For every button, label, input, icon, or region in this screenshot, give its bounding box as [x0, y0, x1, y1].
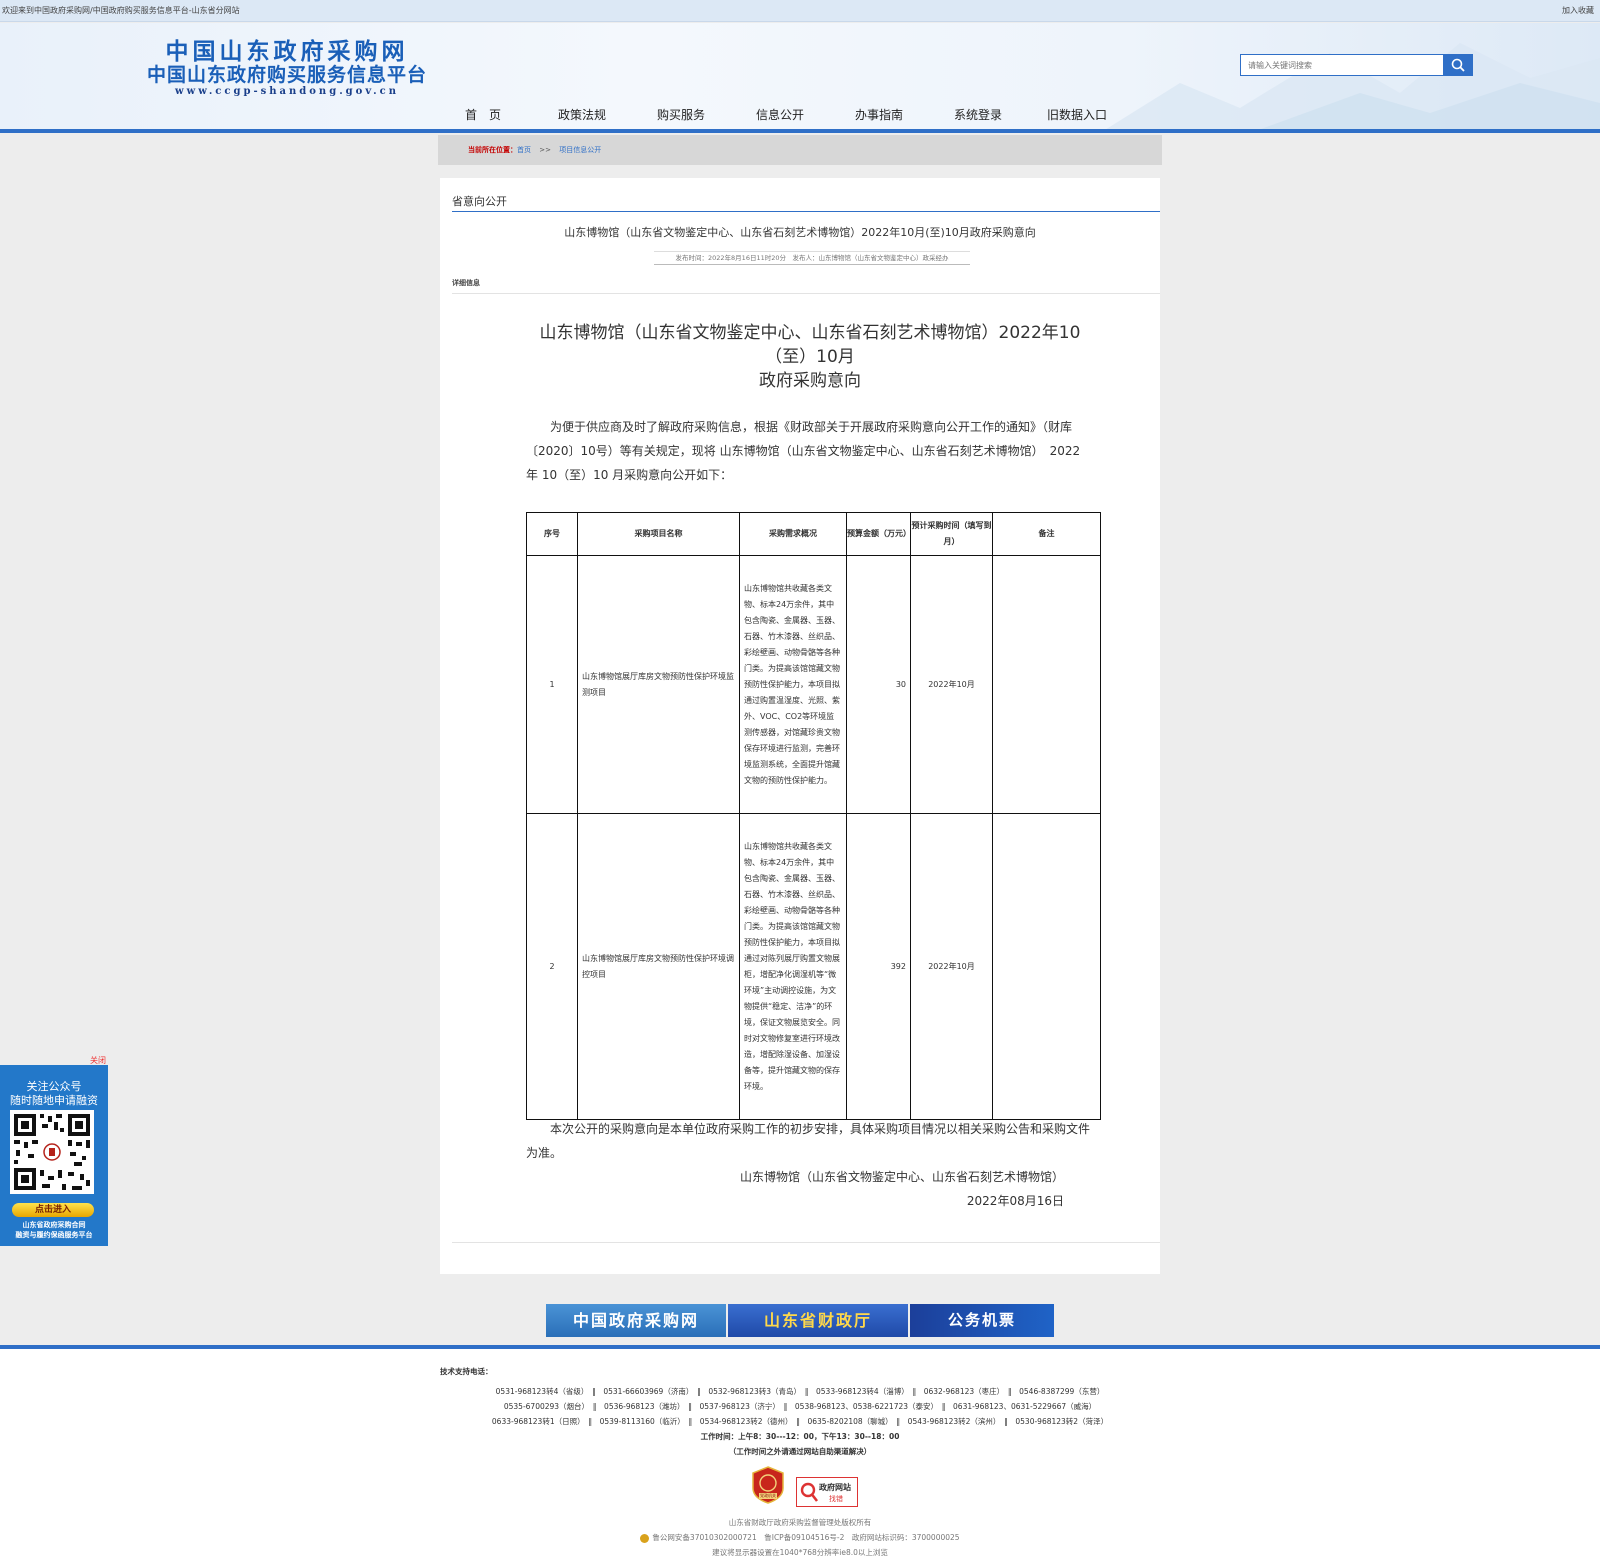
nav-guide[interactable]: 办事指南	[834, 106, 924, 123]
enter-button[interactable]: 点击进入	[12, 1203, 94, 1217]
side-foot2: 融资与履约保函服务平台	[15, 1231, 93, 1239]
browser-note: 建议将显示器设置在1040*768分辨率ie8.0以上浏览	[712, 1548, 888, 1557]
banner-finance-dept[interactable]: 山东省财政厅	[728, 1304, 908, 1337]
row-budget: 30	[846, 555, 911, 814]
banner-air-ticket[interactable]: 公务机票	[910, 1304, 1054, 1337]
breadcrumb-home[interactable]: 首页	[517, 146, 531, 154]
search-button[interactable]	[1443, 54, 1473, 76]
row-budget: 392	[846, 813, 911, 1120]
breadcrumb-label: 当前所在位置：	[468, 146, 517, 154]
header-time: 预计采购时间（填写到月）	[910, 512, 993, 556]
signature-org: 山东博物馆（山东省文物鉴定中心、山东省石刻艺术博物馆）	[739, 1170, 1064, 1184]
signature-date: 2022年08月16日	[966, 1194, 1064, 1208]
search-box	[1240, 54, 1473, 76]
nav-info[interactable]: 信息公开	[735, 106, 825, 123]
mountain-decoration	[1100, 43, 1600, 133]
nav-policy[interactable]: 政策法规	[537, 106, 627, 123]
bottom-divider	[452, 1242, 1160, 1243]
police-badge-icon	[640, 1533, 650, 1543]
row-time: 2022年10月	[910, 555, 993, 814]
tech-support-label: 技术支持电话：	[440, 1367, 493, 1376]
document-title-line3: 政府采购意向	[759, 371, 861, 391]
search-icon	[1451, 58, 1465, 72]
working-hours-note: （工作时间之外请通过网站自助渠道解决）	[728, 1447, 872, 1456]
breadcrumb-sep: >>	[539, 146, 551, 154]
breadcrumb-current[interactable]: 项目信息公开	[559, 146, 601, 154]
search-input[interactable]	[1241, 55, 1441, 75]
logo-line1: 中国山东政府采购网	[165, 38, 409, 65]
icp-text[interactable]: 鲁公网安备37010302000721 鲁ICP备09104516号-2 政府网…	[652, 1533, 959, 1542]
copyright: 山东省财政厅政府采购监督管理处版权所有	[728, 1518, 872, 1527]
header-desc: 采购需求概况	[739, 512, 847, 556]
main-nav: 首 页 政策法规 购买服务 信息公开 办事指南 系统登录 旧数据入口	[438, 106, 1118, 126]
row-name: 山东博物馆展厅库房文物预防性保护环境监测项目	[577, 555, 740, 814]
table-row: 1 山东博物馆展厅库房文物预防性保护环境监测项目 山东博物馆共收藏各类文物、标本…	[526, 555, 1101, 814]
row-time: 2022年10月	[910, 813, 993, 1120]
party-gov-badge[interactable]: 党政机关	[752, 1466, 784, 1504]
add-favorite-link[interactable]: 加入收藏	[1562, 0, 1594, 22]
phone-line-3: 0633-968123转1（日照） ‖ 0539-8113160（临沂） ‖ 0…	[491, 1417, 1109, 1426]
section-divider	[452, 211, 1160, 212]
nav-home[interactable]: 首 页	[438, 106, 528, 123]
row-note	[992, 555, 1101, 814]
logo-line2: 中国山东政府购买服务信息平台	[146, 64, 427, 86]
header-note: 备注	[992, 512, 1101, 556]
breadcrumb: 当前所在位置：首页 >> 项目信息公开	[438, 135, 1162, 165]
table-header-row: 序号 采购项目名称 采购需求概况 预算金额（万元） 预计采购时间（填写到月） 备…	[526, 512, 1101, 556]
nav-login[interactable]: 系统登录	[933, 106, 1023, 123]
section-title: 省意向公开	[452, 195, 507, 208]
content-panel: 省意向公开 山东博物馆（山东省文物鉴定中心、山东省石刻艺术博物馆）2022年10…	[440, 178, 1160, 1274]
magnifier-icon	[800, 1482, 819, 1502]
banner-ccgp[interactable]: 中国政府采购网	[546, 1304, 726, 1337]
detail-label: 详细信息	[452, 279, 480, 287]
header-budget: 预算金额（万元）	[846, 512, 911, 556]
detail-divider	[452, 293, 1160, 294]
document-title: 山东博物馆（山东省文物鉴定中心、山东省石刻艺术博物馆）2022年10 （至）10…	[524, 321, 1096, 393]
phone-line-1: 0531-968123转4（省级） ‖ 0531-66603969（济南） ‖ …	[495, 1387, 1105, 1396]
qr-side-box: 关注公众号 随时随地申请融资 点击进入 山东省政府采购合同 融资与履约保函服务平…	[0, 1065, 108, 1246]
icp-record: 鲁公网安备37010302000721 鲁ICP备09104516号-2 政府网…	[0, 1530, 1600, 1545]
article-title: 山东博物馆（山东省文物鉴定中心、山东省石刻艺术博物馆）2022年10月(至)10…	[564, 226, 1036, 239]
row-desc: 山东博物馆共收藏各类文物、标本24万余件，其中包含陶瓷、金属器、玉器、石器、竹木…	[739, 555, 847, 814]
procurement-table: 序号 采购项目名称 采购需求概况 预算金额（万元） 预计采购时间（填写到月） 备…	[526, 512, 1101, 1120]
document-title-line2: （至）10月	[765, 347, 855, 367]
header-name: 采购项目名称	[577, 512, 740, 556]
table-row: 2 山东博物馆展厅库房文物预防性保护环境调控项目 山东博物馆共收藏各类文物、标本…	[526, 813, 1101, 1120]
side-foot1: 山东省政府采购合同	[22, 1221, 86, 1229]
phone-line-2: 0535-6700293（烟台） ‖ 0536-968123（潍坊） ‖ 053…	[503, 1402, 1097, 1411]
article-meta: 发布时间：2022年8月16日11时20分 发布人：山东博物馆（山东省文物鉴定中…	[654, 251, 970, 265]
nav-services[interactable]: 购买服务	[636, 106, 726, 123]
qr-code[interactable]	[10, 1110, 94, 1194]
row-no: 1	[526, 555, 578, 814]
row-name: 山东博物馆展厅库房文物预防性保护环境调控项目	[577, 813, 740, 1120]
logo-url: www.ccgp-shandong.gov.cn	[175, 86, 399, 97]
header-no: 序号	[526, 512, 578, 556]
nav-old-data[interactable]: 旧数据入口	[1032, 106, 1122, 123]
closing-paragraph: 本次公开的采购意向是本单位政府采购工作的初步安排，具体采购项目情况以相关采购公告…	[526, 1122, 1091, 1160]
qr-code-icon	[14, 1114, 90, 1190]
report-error-badge[interactable]: 政府网站 找错	[796, 1477, 858, 1507]
site-footer: 技术支持电话： 0531-968123转4（省级） ‖ 0531-6660396…	[0, 1345, 1600, 1559]
welcome-text: 欢迎来到中国政府采购网/中国政府购买服务信息平台-山东省分网站	[2, 6, 240, 15]
site-header: 中国山东政府采购网 中国山东政府购买服务信息平台 www.ccgp-shando…	[0, 23, 1600, 133]
row-no: 2	[526, 813, 578, 1120]
site-logo[interactable]: 中国山东政府采购网 中国山东政府购买服务信息平台 www.ccgp-shando…	[132, 40, 442, 98]
row-desc: 山东博物馆共收藏各类文物、标本24万余件，其中包含陶瓷、金属器、玉器、石器、竹木…	[739, 813, 847, 1120]
link-banners: 中国政府采购网 山东省财政厅 公务机票	[546, 1304, 1056, 1337]
row-note	[992, 813, 1101, 1120]
report-error-sub: 找错	[829, 1495, 843, 1503]
working-hours: 工作时间：上午8：30---12：00，下午13：30--18：00	[700, 1432, 900, 1441]
side-line2: 随时随地申请融资	[10, 1094, 98, 1107]
top-bar: 欢迎来到中国政府采购网/中国政府购买服务信息平台-山东省分网站 加入收藏	[0, 0, 1600, 22]
party-gov-badge-text: 党政机关	[760, 1493, 776, 1498]
report-error-title: 政府网站	[819, 1483, 851, 1492]
document-title-line1: 山东博物馆（山东省文物鉴定中心、山东省石刻艺术博物馆）2022年10	[539, 323, 1081, 343]
intro-paragraph: 为便于供应商及时了解政府采购信息，根据《财政部关于开展政府采购意向公开工作的通知…	[526, 420, 1081, 482]
